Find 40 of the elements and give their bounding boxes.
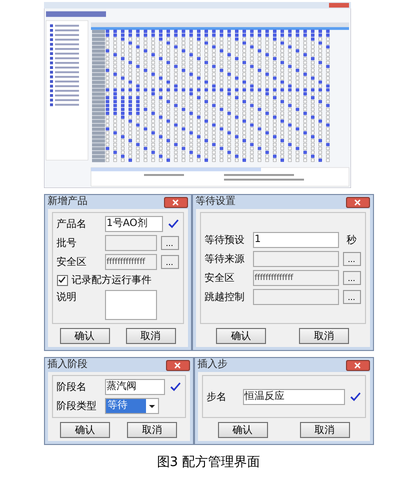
field-label: 批号	[56, 236, 78, 250]
dialog-button[interactable]: 确认	[216, 328, 266, 344]
close-button[interactable]	[346, 196, 370, 208]
close-icon	[174, 362, 181, 368]
close-icon	[354, 362, 361, 368]
field-label: 跳越控制	[204, 290, 246, 304]
dialog-button[interactable]: 确认	[60, 328, 110, 344]
field-label: 安全区	[56, 256, 88, 269]
dialog-button[interactable]: 取消	[300, 422, 350, 438]
field-label: 阶段类型	[56, 400, 98, 413]
field-label: 等待预设	[204, 234, 246, 246]
field-label: 等待来源	[204, 252, 246, 266]
field-label: 安全区	[204, 272, 236, 284]
close-icon	[172, 198, 179, 206]
field-label: 步名	[206, 390, 228, 404]
dialog-button[interactable]: 取消	[126, 328, 176, 344]
close-icon	[354, 198, 361, 206]
unit-label: 秒	[346, 234, 358, 246]
dialog-button[interactable]: 确认	[218, 422, 268, 438]
dialog-button[interactable]: 取消	[127, 422, 177, 438]
dropdown[interactable]: 等待	[104, 398, 158, 414]
text-field[interactable]: 1	[252, 232, 338, 248]
dialog-title: 插入步	[198, 359, 228, 371]
dialog-button[interactable]: 取消	[299, 328, 349, 344]
close-button[interactable]	[166, 360, 190, 370]
close-button[interactable]	[346, 360, 370, 370]
checkbox[interactable]	[56, 274, 68, 286]
dialog-title: 插入阶段	[48, 359, 88, 371]
dialog-button[interactable]: 确认	[60, 422, 110, 438]
checkbox-label: 记录配方运行事件	[72, 274, 152, 287]
text-field[interactable]: 恒温反应	[242, 388, 344, 404]
figure-caption: 图3 配方管理界面	[156, 454, 260, 471]
field-label: 产品名	[56, 218, 88, 231]
dialog-title: 等待设置	[196, 196, 236, 208]
text-field[interactable]: 1号AO剂	[104, 216, 162, 232]
field-label: 阶段名	[56, 381, 88, 394]
close-button[interactable]	[164, 196, 188, 208]
dialog-title: 新增产品	[48, 196, 88, 208]
field-label: 说明	[56, 291, 78, 304]
text-field[interactable]: 蒸汽阀	[104, 379, 164, 395]
